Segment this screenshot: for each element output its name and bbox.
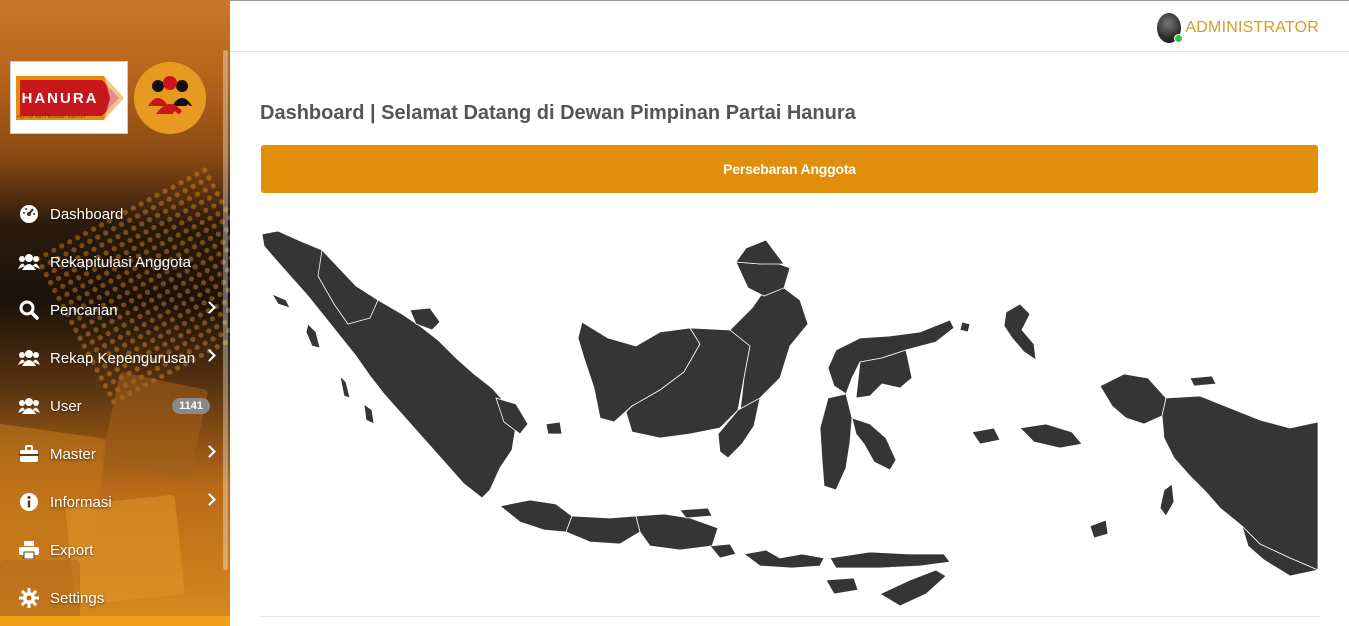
user-name: ADMINISTRATOR — [1185, 19, 1319, 36]
map-region-madura[interactable] — [679, 507, 713, 519]
map-region-sangihe[interactable] — [959, 321, 971, 333]
map-region-halmahera[interactable] — [1003, 303, 1037, 361]
page-title: Dashboard | Selamat Datang di Dewan Pimp… — [260, 102, 856, 124]
user-count-badge: 1141 — [172, 398, 210, 414]
sidebar-item-label: Settings — [50, 589, 105, 607]
map-region-ntb[interactable] — [743, 549, 825, 569]
map-region-nias[interactable] — [305, 323, 321, 349]
info-icon — [18, 491, 40, 513]
sidebar-item-label: Rekap Kepengurusan — [50, 349, 196, 367]
printer-icon — [18, 539, 40, 561]
indonesia-map[interactable] — [260, 228, 1320, 616]
map-region-borneo-north[interactable] — [735, 239, 785, 265]
logo-text: HANURA — [21, 90, 99, 107]
sidebar-item-pencarian[interactable]: Pencarian — [0, 286, 230, 334]
sidebar-item-label: Export — [50, 541, 94, 559]
sidebar-bottom-bar — [0, 616, 230, 626]
sidebar-item-label: Pencarian — [50, 301, 118, 319]
chevron-right-icon — [203, 349, 216, 362]
sidebar-item-settings[interactable]: Settings — [0, 574, 230, 622]
panel-title: Persebaran Anggota — [723, 161, 856, 177]
sidebar-item-export[interactable]: Export — [0, 526, 230, 574]
sidebar-scrollbar[interactable] — [223, 50, 228, 570]
map-region-sumatra[interactable] — [261, 230, 517, 499]
map-region-ntt-sumba[interactable] — [825, 577, 859, 595]
chevron-right-icon — [203, 301, 216, 314]
gear-icon — [18, 587, 40, 609]
avatar — [1157, 13, 1184, 43]
map-region-ntt-timor[interactable] — [879, 569, 947, 607]
sidebar-item-informasi[interactable]: Informasi — [0, 478, 230, 526]
sidebar-item-label: Master — [50, 445, 96, 463]
search-icon — [18, 299, 40, 321]
online-status-icon — [1174, 34, 1184, 43]
panel-header: Persebaran Anggota — [261, 145, 1318, 193]
map-region-sulawesi-south[interactable] — [819, 393, 853, 491]
map-region-java-central[interactable] — [565, 515, 641, 545]
map-region-seram[interactable] — [1019, 423, 1083, 449]
map-region-belitung[interactable] — [545, 421, 563, 435]
hanura-logo: HANURA PARTAI HATI NURANI RAKYAT — [10, 61, 128, 134]
sidebar-item-rekap-kepengurusan[interactable]: Rekap Kepengurusan — [0, 334, 230, 382]
map-region-aru[interactable] — [1159, 483, 1175, 517]
map-region-simeulue[interactable] — [271, 293, 291, 309]
sidebar-item-user[interactable]: User 1141 — [0, 382, 230, 430]
map-region-mentawai[interactable] — [339, 374, 375, 425]
map-region-tanimbar[interactable] — [1089, 519, 1109, 539]
map-region-java-west[interactable] — [499, 499, 573, 533]
map-region-sulawesi-southeast[interactable] — [851, 417, 897, 471]
map-region-java-east[interactable] — [635, 513, 719, 551]
map-region-ntt-flores[interactable] — [829, 551, 951, 569]
dashboard-icon — [18, 203, 40, 225]
sidebar-item-label: User — [50, 397, 82, 415]
sidebar-item-dashboard[interactable]: Dashboard — [0, 190, 230, 238]
sidebar: HANURA PARTAI HATI NURANI RAKYAT Dashboa… — [0, 0, 230, 626]
panel-divider — [260, 616, 1320, 617]
map-region-bali[interactable] — [709, 543, 737, 559]
users-icon — [18, 347, 40, 369]
users-icon — [18, 395, 40, 417]
sidebar-item-label: Dashboard — [50, 205, 124, 223]
sidebar-item-label: Rekapitulasi Anggota — [50, 253, 191, 271]
sidebar-item-master[interactable]: Master — [0, 430, 230, 478]
map-region-buru[interactable] — [971, 427, 1001, 445]
user-menu[interactable]: ADMINISTRATOR — [1157, 13, 1319, 43]
sidebar-item-rekapitulasi-anggota[interactable]: Rekapitulasi Anggota — [0, 238, 230, 286]
map-region-biak[interactable] — [1189, 375, 1217, 387]
chevron-right-icon — [203, 445, 216, 458]
logo-tagline: PARTAI HATI NURANI RAKYAT — [17, 114, 87, 119]
top-bar: ADMINISTRATOR — [230, 0, 1349, 52]
map-region-papua[interactable] — [1161, 395, 1319, 571]
briefcase-icon — [18, 443, 40, 465]
sidebar-item-label: Informasi — [50, 493, 112, 511]
users-icon — [18, 251, 40, 273]
sidebar-menu: Dashboard Rekapitulasi Anggota Pencarian… — [0, 190, 230, 622]
party-emblem-icon — [134, 62, 206, 134]
map-region-papua-west[interactable] — [1099, 373, 1167, 425]
chevron-right-icon — [203, 493, 216, 506]
